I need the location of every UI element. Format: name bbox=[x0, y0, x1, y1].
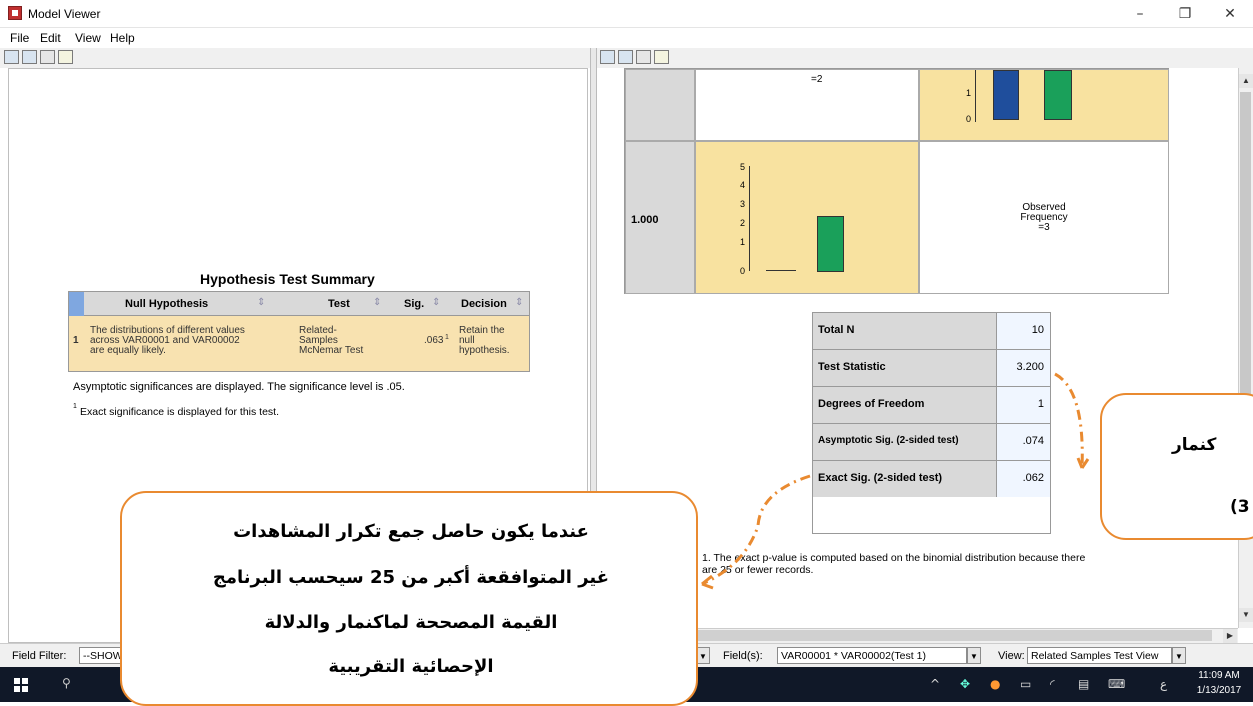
connector-line bbox=[1054, 372, 1084, 469]
callout-text: القيمة المصححة لماكنمار والدلالة bbox=[264, 612, 558, 633]
callout-text: عندما يكون حاصل جمع تكرار المشاهدات bbox=[233, 521, 589, 542]
callout-text: الإحصائية التقريبية bbox=[328, 656, 494, 677]
annotation-callout-main: عندما يكون حاصل جمع تكرار المشاهدات غير … bbox=[120, 491, 698, 706]
callout-text: كنمار bbox=[1172, 435, 1217, 455]
callout-text: غير المتوافقعة أكبر من 25 سيحسب البرنامج bbox=[212, 567, 610, 588]
callout-text: (3 bbox=[1230, 497, 1250, 517]
connector-line bbox=[701, 474, 811, 586]
annotation-callout-right: كنمار (3 bbox=[1100, 393, 1253, 540]
